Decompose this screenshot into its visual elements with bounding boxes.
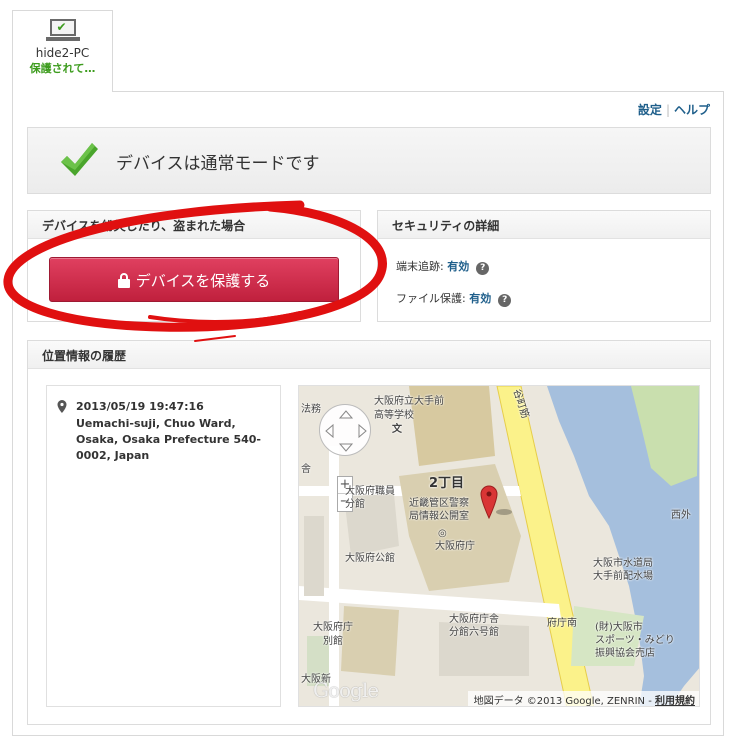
- checkmark-icon: [61, 143, 98, 176]
- protect-device-label: デバイスを保護する: [135, 272, 271, 290]
- device-tab[interactable]: ✔ hide2-PC 保護されて…: [12, 10, 113, 92]
- mode-banner: デバイスは通常モードです: [27, 127, 711, 194]
- map-label: (財)大阪市: [595, 622, 643, 633]
- map-label: 大阪府公館: [345, 553, 395, 564]
- map[interactable]: + − 大阪府立大手前 高等学校 文 法務 谷町筋 大阪府職員 分館 2丁目 近…: [298, 385, 700, 707]
- help-icon[interactable]: ?: [476, 262, 490, 275]
- help-icon[interactable]: ?: [498, 294, 512, 307]
- tracking-value: 有効: [447, 260, 470, 273]
- tracking-row: 端末追跡: 有効?: [396, 258, 490, 275]
- protect-device-button[interactable]: デバイスを保護する: [49, 257, 339, 302]
- map-label: スポーツ・みどり: [595, 635, 675, 646]
- map-label: 高等学校: [374, 410, 414, 421]
- mode-text: デバイスは通常モードです: [116, 154, 320, 174]
- map-label: 分館: [345, 499, 365, 510]
- lost-device-panel: デバイスを紛失したり、盗まれた場合 デバイスを保護する: [27, 210, 361, 322]
- lost-device-heading: デバイスを紛失したり、盗まれた場合: [28, 211, 360, 239]
- map-label: 大阪府庁: [313, 622, 353, 633]
- map-terms-link[interactable]: 利用規約: [655, 696, 695, 706]
- map-label: 大手前配水場: [593, 571, 653, 582]
- map-label: 府庁南: [547, 618, 577, 629]
- help-link[interactable]: ヘルプ: [674, 103, 710, 117]
- file-protection-label: ファイル保護:: [396, 292, 466, 305]
- security-details-heading: セキュリティの詳細: [378, 211, 710, 239]
- map-pin-icon: [57, 400, 67, 413]
- lock-icon: [117, 273, 130, 288]
- map-attribution: 地図データ ©2013 Google, ZENRIN - 利用規約: [467, 691, 699, 707]
- map-label: 大阪府立大手前: [374, 396, 444, 407]
- map-label: 近畿管区警察: [409, 498, 469, 509]
- location-address: Uemachi-suji, Chuo Ward, Osaka, Osaka Pr…: [76, 417, 262, 462]
- file-protection-row: ファイル保護: 有効?: [396, 290, 512, 307]
- map-label: 2丁目: [429, 476, 465, 491]
- map-label: 西外: [671, 510, 691, 521]
- file-protection-value: 有効: [469, 292, 492, 305]
- location-history-panel: 位置情報の履歴 2013/05/19 19:47:16 Uemachi-suji…: [27, 340, 711, 725]
- top-links: 設定 | ヘルプ: [637, 103, 710, 117]
- security-details-panel: セキュリティの詳細 端末追跡: 有効? ファイル保護: 有効?: [377, 210, 711, 322]
- google-logo: Google: [313, 678, 379, 702]
- map-label: 大阪市水道局: [593, 558, 653, 569]
- location-date: 2013/05/19 19:47:16: [76, 400, 204, 413]
- map-attribution-text: 地図データ ©2013 Google, ZENRIN -: [473, 696, 655, 707]
- map-label: 別館: [323, 636, 343, 647]
- tracking-label: 端末追跡:: [396, 260, 444, 273]
- map-label: 舎: [301, 464, 311, 475]
- laptop-icon: ✔: [45, 19, 80, 43]
- main-panel: 設定 | ヘルプ デバイスは通常モードです デバイスを紛失したり、盗まれた場合 デバ…: [12, 91, 724, 736]
- device-name: hide2-PC: [35, 46, 90, 60]
- map-label: 大阪府庁舎: [449, 614, 499, 625]
- location-history-heading: 位置情報の履歴: [28, 341, 710, 369]
- map-label: 分館六号館: [449, 627, 499, 638]
- map-label: 振興協会売店: [595, 648, 655, 659]
- location-entry[interactable]: 2013/05/19 19:47:16 Uemachi-suji, Chuo W…: [46, 385, 281, 707]
- map-label: 局情報公開室: [409, 511, 469, 522]
- map-pan-control[interactable]: [319, 404, 371, 456]
- map-label: 大阪府職員: [345, 486, 395, 497]
- settings-link[interactable]: 設定: [638, 103, 662, 117]
- device-status: 保護されて…: [29, 62, 96, 75]
- map-label: 法務: [301, 404, 321, 415]
- map-label: 大阪府庁: [435, 541, 475, 552]
- map-label: ◎: [438, 528, 447, 539]
- map-label: 文: [392, 424, 402, 435]
